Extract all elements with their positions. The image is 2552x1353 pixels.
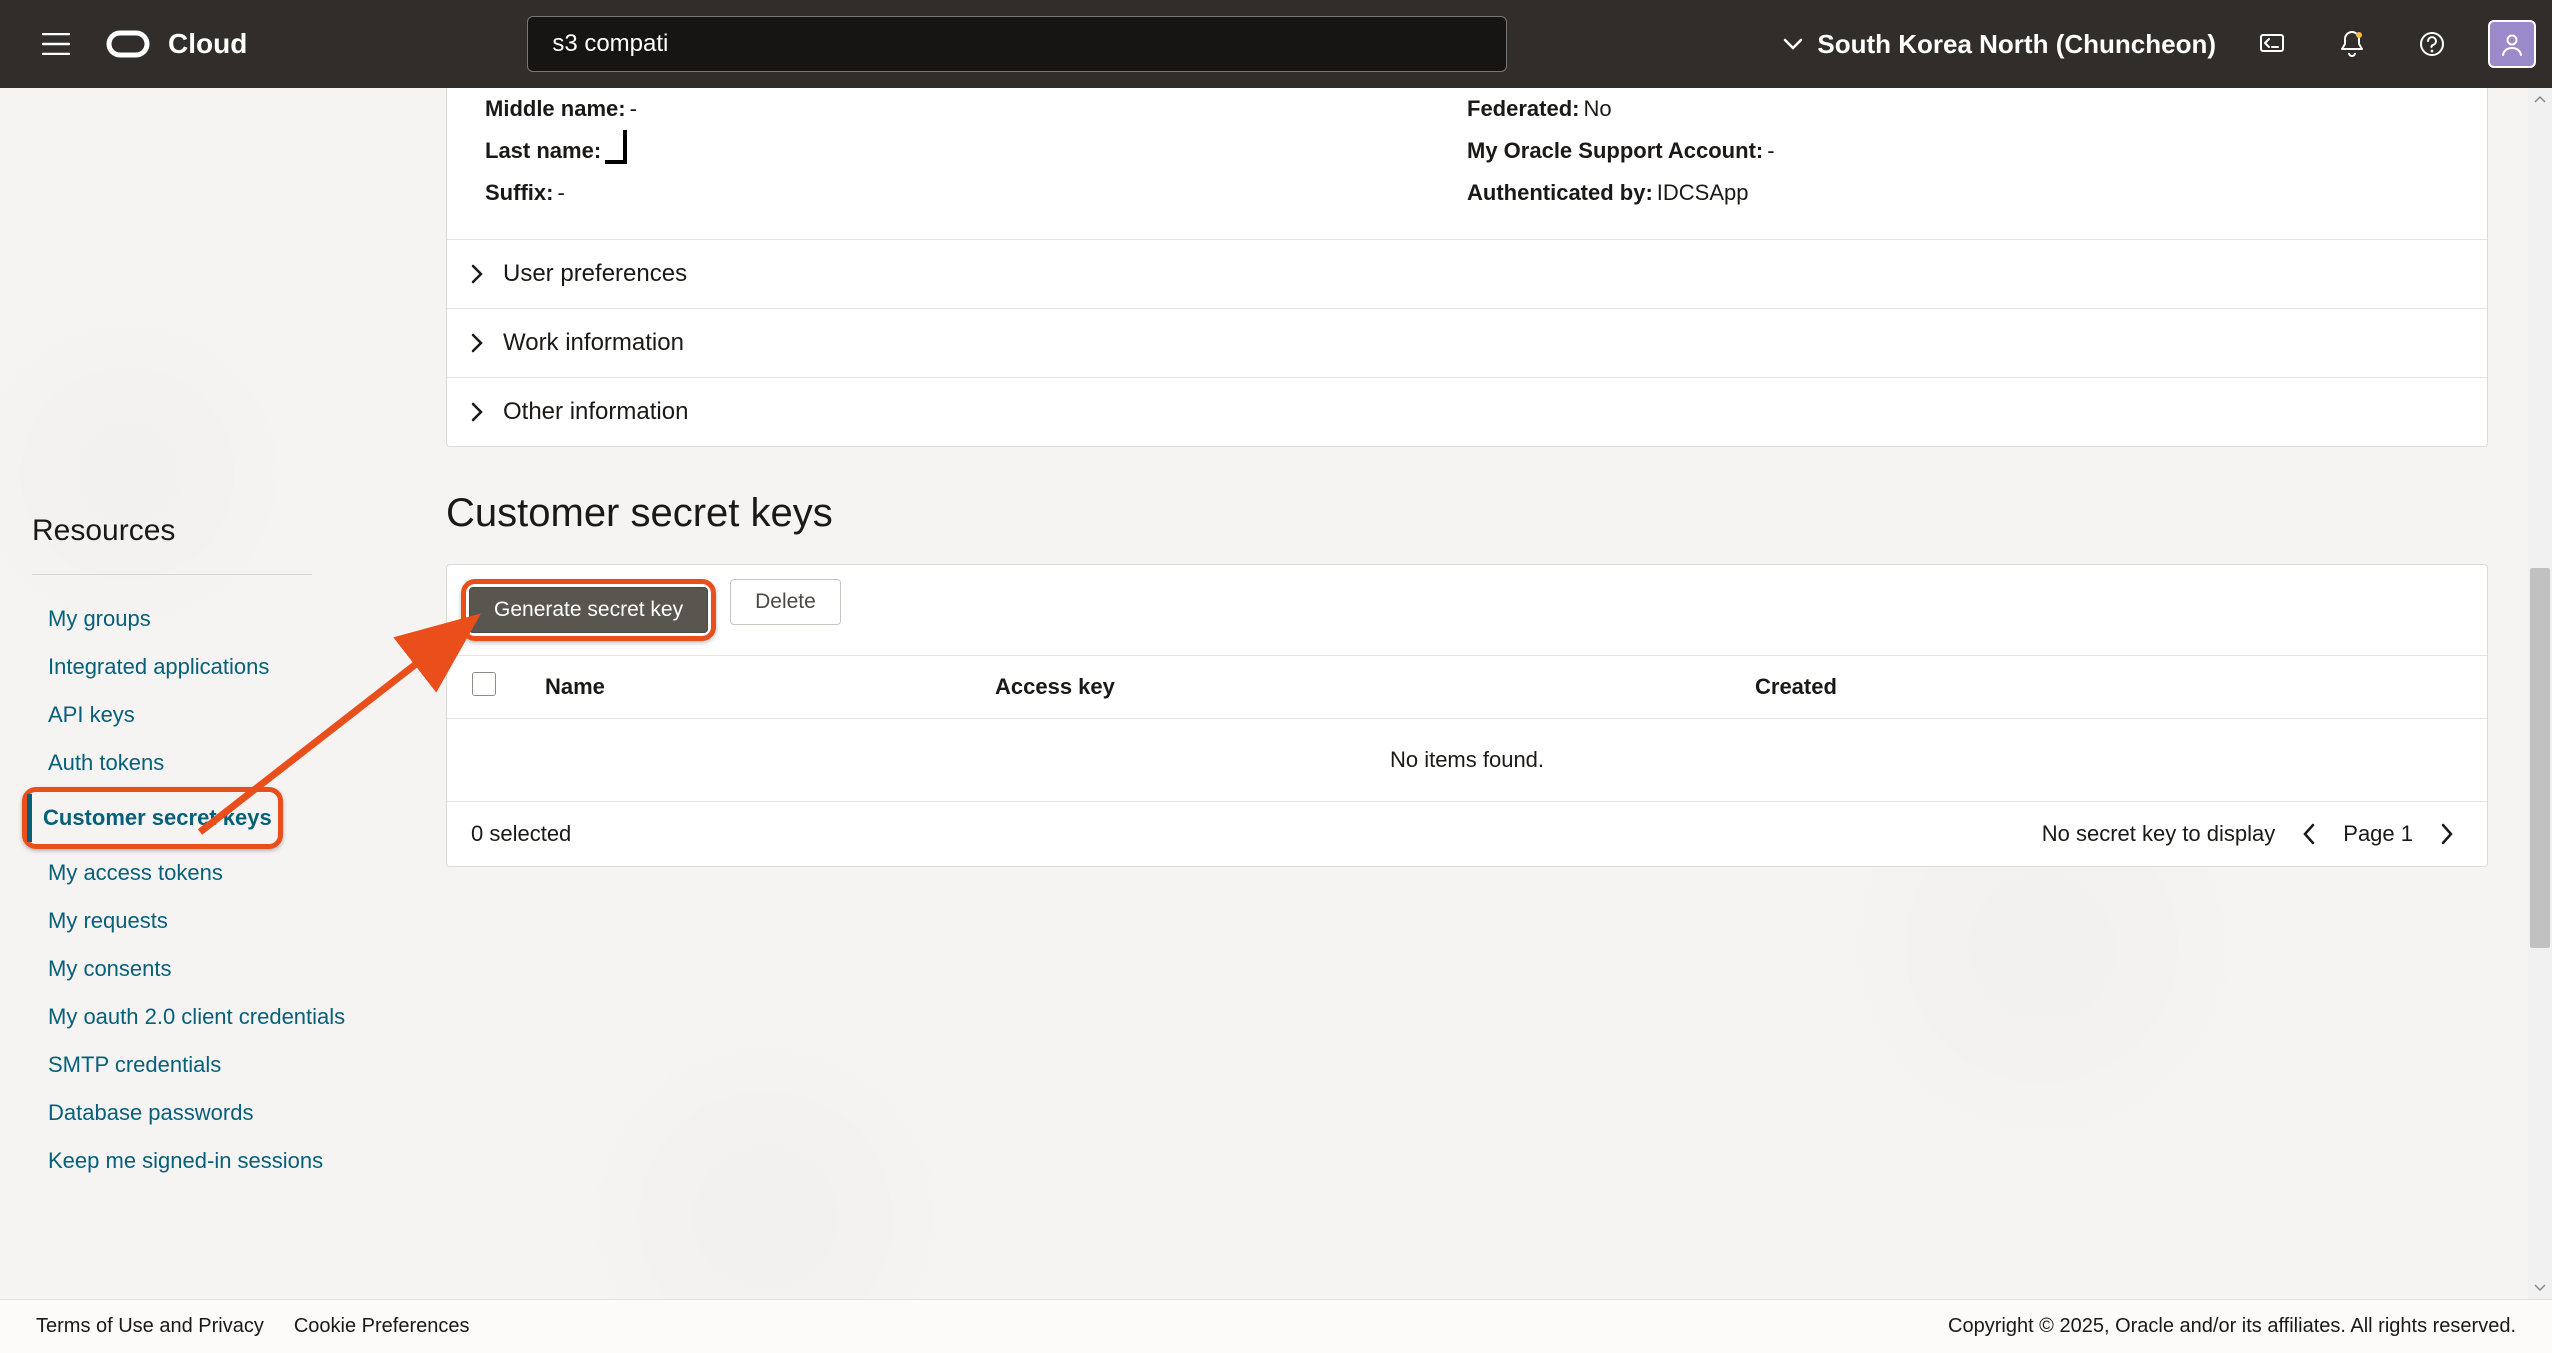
field-value: No (1583, 96, 1611, 121)
page-footer: Terms of Use and Privacy Cookie Preferen… (0, 1299, 2552, 1353)
generate-button-highlight: Generate secret key (461, 579, 716, 641)
scrollbar-thumb[interactable] (2530, 568, 2550, 948)
global-search-input[interactable]: s3 compati (527, 16, 1507, 72)
select-all-checkbox[interactable] (472, 672, 496, 696)
region-selector[interactable]: South Korea North (Chuncheon) (1783, 29, 2216, 60)
copyright-text: Copyright © 2025, Oracle and/or its affi… (1948, 1315, 2516, 1338)
sidebar-item-my-access-tokens[interactable]: My access tokens (32, 849, 390, 897)
generate-secret-key-button[interactable]: Generate secret key (469, 587, 708, 633)
oracle-logo-icon (104, 20, 152, 68)
column-header-access-key: Access key (971, 656, 1731, 719)
sidebar-title: Resources (32, 514, 390, 548)
scroll-up-icon[interactable] (2528, 88, 2552, 110)
field-value: - (1767, 138, 1774, 163)
delete-button[interactable]: Delete (730, 579, 841, 625)
chevron-right-icon (469, 331, 485, 355)
nav-hamburger-button[interactable] (32, 20, 80, 68)
field-label: Federated: (1467, 96, 1579, 121)
accordion-label: Work information (503, 329, 684, 357)
user-avatar[interactable] (2488, 20, 2536, 68)
help-icon[interactable] (2408, 20, 2456, 68)
user-details-card: Middle name:-Last name:Suffix:- Federate… (446, 88, 2488, 447)
sidebar-item-my-requests[interactable]: My requests (32, 897, 390, 945)
field-label: Suffix: (485, 180, 553, 205)
accordion-other-information[interactable]: Other information (447, 377, 2487, 446)
accordion-work-information[interactable]: Work information (447, 308, 2487, 377)
terms-link[interactable]: Terms of Use and Privacy (36, 1315, 264, 1338)
field-value: IDCSApp (1657, 180, 1749, 205)
sidebar-item-my-oauth-2-0-client-credentials[interactable]: My oauth 2.0 client credentials (32, 993, 390, 1041)
brand-label: Cloud (168, 28, 247, 60)
chevron-down-icon (1783, 38, 1803, 50)
field-label: Authenticated by: (1467, 180, 1653, 205)
scroll-down-icon[interactable] (2528, 1277, 2552, 1299)
sidebar-item-smtp-credentials[interactable]: SMTP credentials (32, 1041, 390, 1089)
field-label: Middle name: (485, 96, 626, 121)
accordion-label: Other information (503, 398, 688, 426)
search-input-text: s3 compati (552, 30, 668, 58)
dev-tools-icon[interactable] (2248, 20, 2296, 68)
pager-page-label: Page 1 (2343, 821, 2413, 847)
sidebar-item-integrated-applications[interactable]: Integrated applications (32, 643, 390, 691)
divider (32, 574, 312, 575)
accordion-user-preferences[interactable]: User preferences (447, 239, 2487, 308)
resources-sidebar: Resources My groupsIntegrated applicatio… (0, 88, 414, 1299)
cookie-preferences-link[interactable]: Cookie Preferences (294, 1315, 470, 1338)
pager-message: No secret key to display (2042, 821, 2276, 847)
sidebar-item-my-groups[interactable]: My groups (32, 595, 390, 643)
vertical-scrollbar[interactable] (2528, 88, 2552, 1299)
chevron-right-icon (469, 400, 485, 424)
top-header: Cloud s3 compati South Korea North (Chun… (0, 0, 2552, 88)
column-header-name: Name (521, 656, 971, 719)
section-title: Customer secret keys (446, 491, 2488, 536)
sidebar-item-keep-me-signed-in-sessions[interactable]: Keep me signed-in sessions (32, 1137, 390, 1185)
field-value (605, 130, 627, 164)
sidebar-item-database-passwords[interactable]: Database passwords (32, 1089, 390, 1137)
region-label: South Korea North (Chuncheon) (1817, 29, 2216, 60)
chevron-right-icon (469, 262, 485, 286)
column-header-created: Created (1731, 656, 2487, 719)
selected-count: 0 selected (471, 821, 571, 847)
pager-prev-button[interactable] (2293, 818, 2325, 850)
accordion-label: User preferences (503, 260, 687, 288)
sidebar-item-auth-tokens[interactable]: Auth tokens (32, 739, 390, 787)
sidebar-item-api-keys[interactable]: API keys (32, 691, 390, 739)
field-label: Last name: (485, 138, 601, 163)
notifications-icon[interactable] (2328, 20, 2376, 68)
field-value: - (557, 180, 564, 205)
sidebar-item-my-consents[interactable]: My consents (32, 945, 390, 993)
empty-state: No items found. (447, 719, 2487, 802)
sidebar-item-customer-secret-keys[interactable]: Customer secret keys (27, 794, 272, 842)
field-value: - (630, 96, 637, 121)
field-label: My Oracle Support Account: (1467, 138, 1763, 163)
pager-next-button[interactable] (2431, 818, 2463, 850)
secret-keys-panel: Generate secret key Delete NameAccess ke… (446, 564, 2488, 867)
